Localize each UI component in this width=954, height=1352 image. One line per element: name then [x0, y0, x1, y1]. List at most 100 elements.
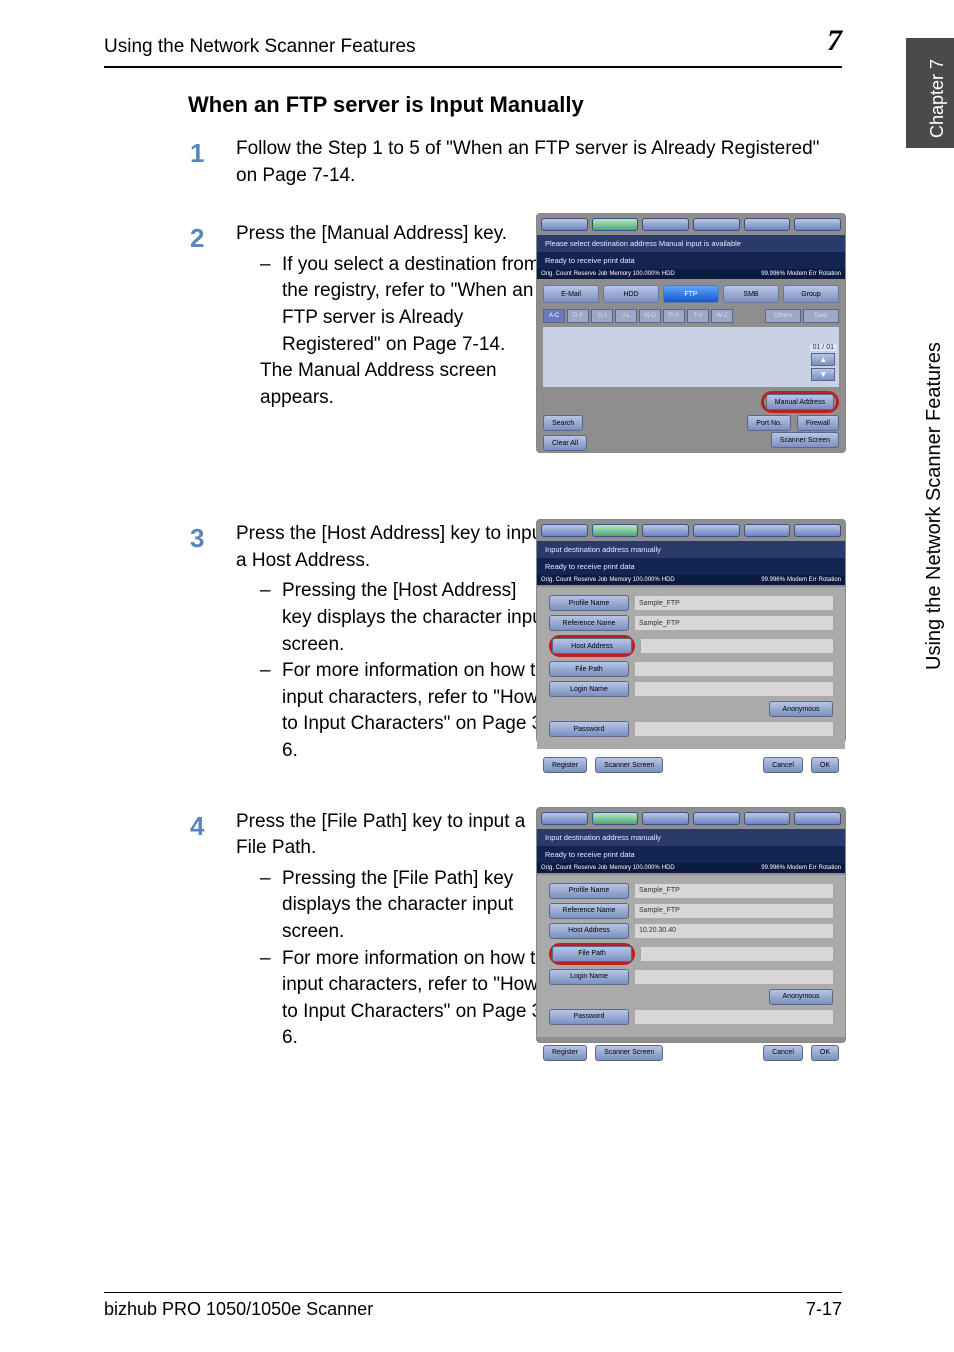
status-item: Memory 100.000%	[609, 271, 659, 277]
nav-chip[interactable]	[794, 812, 841, 825]
breadcrumb: Using the Network Scanner Features	[104, 36, 416, 58]
tab-email[interactable]: E-Mail	[543, 285, 599, 303]
profile-name-button[interactable]: Profile Name	[549, 595, 629, 611]
screenshot-destination-list: Please select destination address Manual…	[536, 213, 846, 453]
chapter-tab: Chapter 7	[906, 38, 954, 148]
status-ready: Ready to receive print data	[537, 846, 845, 863]
login-name-button[interactable]: Login Name	[549, 681, 629, 697]
password-button[interactable]: Password	[549, 1009, 629, 1025]
alpha-daily[interactable]: Daily	[803, 309, 839, 323]
nav-chip[interactable]	[642, 524, 689, 537]
host-address-value	[641, 639, 833, 653]
step-2-sub1: If you select a destination from the reg…	[260, 252, 550, 358]
scanner-screen-button[interactable]: Scanner Screen	[595, 757, 663, 773]
step-1-number: 1	[190, 138, 204, 169]
alpha-filter[interactable]: A-C	[543, 309, 565, 323]
nav-chip[interactable]	[744, 524, 791, 537]
nav-chip-scan[interactable]	[592, 524, 639, 537]
step-3: 3 Press the [Host Address] key to input …	[190, 521, 840, 764]
cancel-button[interactable]: Cancel	[763, 757, 803, 773]
file-path-value	[635, 662, 833, 676]
alpha-filter[interactable]: J-L	[615, 309, 637, 323]
screenshot-header-text: Input destination address manually	[537, 829, 845, 846]
login-name-value	[635, 970, 833, 984]
status-item: Reserve Job	[574, 271, 608, 277]
step-3-number: 3	[190, 523, 204, 554]
step-1: 1 Follow the Step 1 to 5 of "When an FTP…	[190, 136, 840, 189]
register-button[interactable]: Register	[543, 1045, 587, 1061]
page-down-button[interactable]: ▼	[811, 368, 835, 381]
tab-group[interactable]: Group	[783, 285, 839, 303]
alpha-filter[interactable]: G-I	[591, 309, 613, 323]
tab-smb[interactable]: SMB	[723, 285, 779, 303]
chapter-tab-label: Chapter 7	[927, 59, 948, 138]
scanner-screen-button[interactable]: Scanner Screen	[595, 1045, 663, 1061]
nav-chip-scan[interactable]	[592, 812, 639, 825]
ok-button[interactable]: OK	[811, 1045, 839, 1061]
nav-chip[interactable]	[693, 218, 740, 231]
register-button[interactable]: Register	[543, 757, 587, 773]
nav-chip[interactable]	[794, 218, 841, 231]
file-path-button[interactable]: File Path	[552, 946, 632, 962]
status-item: Modem Err	[787, 577, 817, 583]
screenshot-file-path-form: Input destination address manually Ready…	[536, 807, 846, 1043]
status-item: 99.996%	[761, 271, 785, 277]
search-button[interactable]: Search	[543, 415, 583, 431]
page-up-button[interactable]: ▲	[811, 353, 835, 366]
screenshot-header-text: Please select destination address Manual…	[537, 235, 845, 252]
reference-name-value: Sample_FTP	[635, 616, 833, 630]
nav-chip[interactable]	[693, 524, 740, 537]
firewall-button[interactable]: Firewall	[797, 415, 839, 431]
anonymous-button[interactable]: Anonymous	[769, 989, 833, 1005]
nav-chip[interactable]	[541, 524, 588, 537]
status-item: Rotation	[819, 865, 841, 871]
scanner-screen-button[interactable]: Scanner Screen	[771, 432, 839, 448]
nav-chip[interactable]	[693, 812, 740, 825]
step-3-sub1: Pressing the [Host Address] key displays…	[260, 578, 550, 658]
page-footer: bizhub PRO 1050/1050e Scanner 7-17	[104, 1292, 842, 1320]
cancel-button[interactable]: Cancel	[763, 1045, 803, 1061]
alpha-filter[interactable]: W-Z	[711, 309, 733, 323]
host-address-highlight: Host Address	[549, 635, 635, 657]
alpha-filter[interactable]: D-F	[567, 309, 589, 323]
password-value	[635, 1010, 833, 1024]
status-item: 99.996%	[761, 577, 785, 583]
tab-hdd[interactable]: HDD	[603, 285, 659, 303]
file-path-value	[641, 947, 833, 961]
profile-name-button[interactable]: Profile Name	[549, 883, 629, 899]
nav-chip[interactable]	[541, 218, 588, 231]
reference-name-button[interactable]: Reference Name	[549, 615, 629, 631]
step-1-text: Follow the Step 1 to 5 of "When an FTP s…	[236, 136, 840, 189]
step-4-sub1: Pressing the [File Path] key displays th…	[260, 866, 550, 946]
step-2-lead: Press the [Manual Address] key.	[236, 221, 548, 248]
status-row: Orig. Count Reserve Job Memory 100.000% …	[537, 575, 845, 585]
nav-chip[interactable]	[744, 812, 791, 825]
manual-address-button[interactable]: Manual Address	[766, 394, 834, 410]
anonymous-button[interactable]: Anonymous	[769, 701, 833, 717]
nav-chip[interactable]	[744, 218, 791, 231]
login-name-button[interactable]: Login Name	[549, 969, 629, 985]
page-header: Using the Network Scanner Features 7	[104, 24, 842, 68]
alpha-filter[interactable]: T-V	[687, 309, 709, 323]
alpha-others[interactable]: Others	[765, 309, 801, 323]
tab-ftp[interactable]: FTP	[663, 285, 719, 303]
nav-chip[interactable]	[642, 812, 689, 825]
nav-chip[interactable]	[794, 524, 841, 537]
reference-name-value: Sample_FTP	[635, 904, 833, 918]
profile-name-value: Sample_FTP	[635, 596, 833, 610]
host-address-button[interactable]: Host Address	[549, 923, 629, 939]
reference-name-button[interactable]: Reference Name	[549, 903, 629, 919]
status-item: Modem Err	[787, 865, 817, 871]
ok-button[interactable]: OK	[811, 757, 839, 773]
section-title: When an FTP server is Input Manually	[188, 92, 584, 118]
host-address-button[interactable]: Host Address	[552, 638, 632, 654]
alpha-filter[interactable]: M-O	[639, 309, 661, 323]
alpha-filter[interactable]: P-S	[663, 309, 685, 323]
password-button[interactable]: Password	[549, 721, 629, 737]
file-path-button[interactable]: File Path	[549, 661, 629, 677]
clear-all-button[interactable]: Clear All	[543, 435, 587, 451]
nav-chip[interactable]	[642, 218, 689, 231]
port-no-button[interactable]: Port No.	[747, 415, 791, 431]
nav-chip[interactable]	[541, 812, 588, 825]
nav-chip-scan[interactable]	[592, 218, 639, 231]
